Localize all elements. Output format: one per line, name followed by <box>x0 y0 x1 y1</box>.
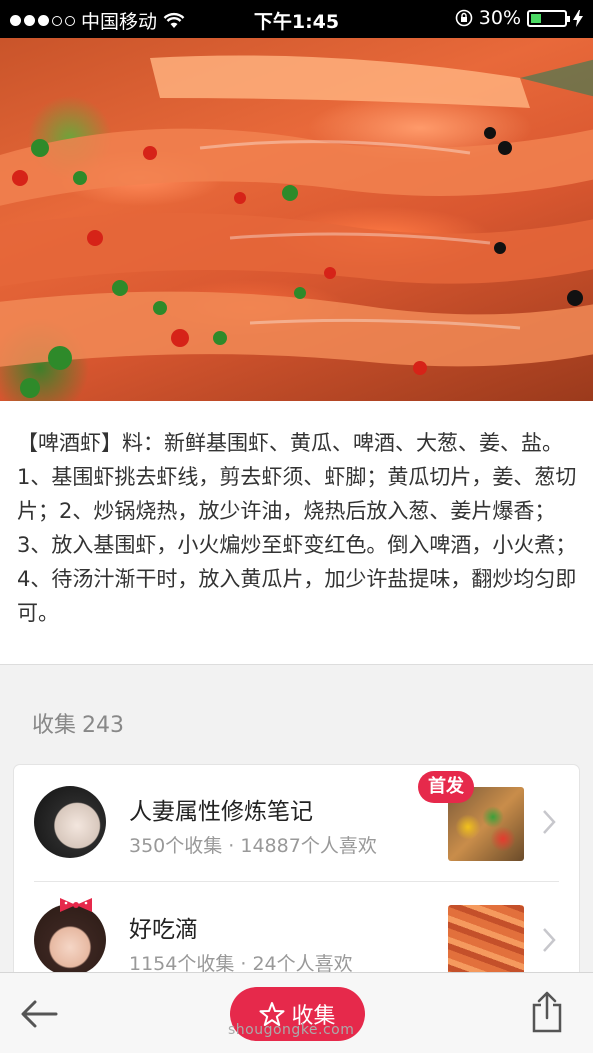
recipe-description: 【啤酒虾】料：新鲜基围虾、黄瓜、啤酒、大葱、姜、盐。1、基围虾挑去虾线，剪去虾须… <box>0 401 593 665</box>
collections-count: 243 <box>82 713 125 738</box>
collection-item[interactable]: 人妻属性修炼笔记 350个收集 · 14887个人喜欢 首发 <box>14 765 579 883</box>
collection-name: 好吃滴 <box>129 917 198 943</box>
first-post-badge: 首发 <box>418 771 474 803</box>
chevron-right-icon <box>543 928 556 952</box>
status-right: 30% <box>455 7 583 29</box>
bow-icon <box>60 898 92 912</box>
shrimp-illustration <box>0 55 593 398</box>
arrow-left-icon[interactable] <box>20 999 58 1029</box>
bolt-icon <box>573 9 583 27</box>
chevron-right-icon <box>543 810 556 834</box>
share-icon[interactable] <box>530 991 564 1033</box>
watermark: shougongke.com <box>228 1022 355 1038</box>
collection-stats: 350个收集 · 14887个人喜欢 <box>129 835 377 857</box>
orientation-lock-icon <box>455 9 473 27</box>
collections-list: 人妻属性修炼笔记 350个收集 · 14887个人喜欢 首发 好吃滴 1154个… <box>14 765 579 995</box>
collections-header: 收集 243 <box>32 707 124 739</box>
divider <box>34 881 559 882</box>
avatar <box>34 904 106 976</box>
collection-name: 人妻属性修炼笔记 <box>129 799 313 825</box>
status-bar: 中国移动 下午1:45 30% <box>0 0 593 38</box>
battery-percent: 30% <box>478 7 521 29</box>
recipe-hero-image <box>0 38 593 401</box>
battery-icon <box>527 9 570 27</box>
avatar <box>34 786 106 858</box>
collections-label: 收集 <box>32 713 77 738</box>
collection-thumbnail <box>448 905 524 979</box>
bottom-toolbar: 收集 <box>0 972 593 1053</box>
